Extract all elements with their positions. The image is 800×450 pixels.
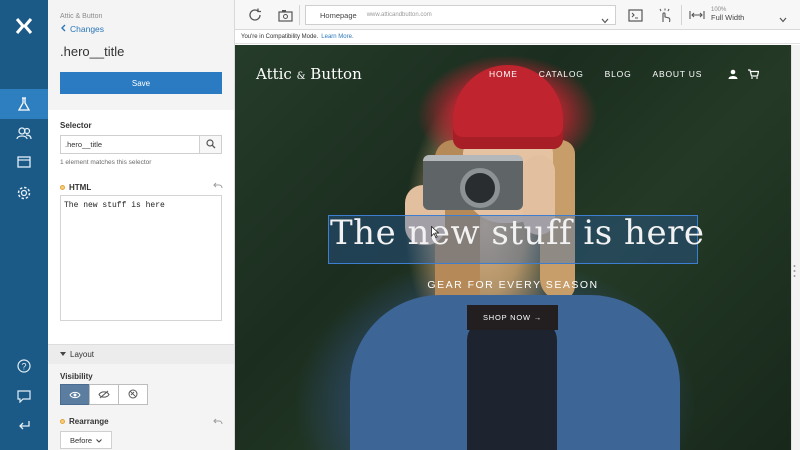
- toolbar-divider: [299, 5, 300, 25]
- search-icon: [205, 136, 216, 154]
- code-icon[interactable]: [625, 5, 645, 25]
- editor-sidebar: Attic & Button Changes .hero__title Save…: [48, 0, 235, 450]
- selector-match-count: 1 element matches this selector: [60, 159, 152, 166]
- audiences-icon[interactable]: [0, 118, 48, 148]
- cart-icon[interactable]: [748, 66, 760, 84]
- site-nav-icons: [728, 66, 760, 84]
- experiments-icon[interactable]: [0, 89, 48, 119]
- site-logo-word: Button: [310, 65, 362, 83]
- left-rail: ?: [0, 0, 48, 450]
- hero-subtitle[interactable]: GEAR FOR EVERY SEASON: [235, 279, 791, 291]
- site-logo-amp: &: [296, 71, 306, 82]
- feedback-icon[interactable]: [0, 381, 48, 411]
- back-label: Changes: [70, 24, 105, 34]
- compatibility-banner: You're in Compatibility Mode. Learn More…: [235, 30, 800, 44]
- svg-text:?: ?: [21, 362, 26, 372]
- html-editor[interactable]: The new stuff is here: [60, 195, 222, 321]
- remove-circle-icon: [128, 386, 138, 404]
- visibility-toggle-group: [60, 384, 148, 405]
- nav-about-us[interactable]: ABOUT US: [653, 69, 703, 79]
- editor-app: ? Attic & Button Changes .hero__title Sa…: [0, 0, 800, 450]
- chevron-down-icon: [601, 11, 609, 29]
- page-url: www.atticandbutton.com: [366, 12, 432, 18]
- rearrange-label: Rearrange: [69, 417, 109, 426]
- save-button[interactable]: Save: [60, 72, 222, 94]
- screenshot-icon[interactable]: [275, 5, 295, 25]
- user-icon[interactable]: [728, 66, 738, 84]
- zoom-select[interactable]: 100% Full Width: [711, 7, 744, 21]
- back-to-changes-link[interactable]: Changes: [60, 24, 104, 34]
- preview-scrollbar[interactable]: [791, 45, 800, 450]
- nav-catalog[interactable]: CATALOG: [539, 69, 584, 79]
- site-nav: HOME CATALOG BLOG ABOUT US: [489, 69, 702, 79]
- exit-icon[interactable]: [0, 410, 48, 440]
- eye-icon: [69, 386, 81, 404]
- site-logo[interactable]: Attic & Button: [256, 65, 362, 83]
- page-preview[interactable]: Attic & Button HOME CATALOG BLOG ABOUT U…: [235, 45, 791, 450]
- visibility-hide-button[interactable]: [89, 384, 119, 405]
- nav-home[interactable]: HOME: [489, 69, 518, 79]
- selected-element-title: .hero__title: [60, 44, 125, 59]
- width-icon[interactable]: [687, 5, 707, 25]
- breadcrumb: Attic & Button: [60, 13, 103, 20]
- visibility-remove-button[interactable]: [118, 384, 148, 405]
- hero-photo-part: [467, 320, 557, 450]
- modified-dot-icon: [60, 185, 65, 191]
- refresh-icon[interactable]: [245, 5, 265, 25]
- zoom-mode: Full Width: [711, 13, 745, 22]
- rearrange-select[interactable]: Before: [60, 431, 112, 449]
- resize-handle-icon[interactable]: [793, 264, 796, 278]
- app-logo-icon[interactable]: [0, 0, 48, 52]
- nav-blog[interactable]: BLOG: [605, 69, 632, 79]
- eye-slash-icon: [98, 386, 110, 404]
- help-icon[interactable]: ?: [0, 351, 48, 381]
- hero-photo-part: [460, 168, 500, 208]
- page-name: Homepage: [320, 10, 357, 20]
- html-label: HTML: [69, 183, 92, 192]
- selector-search-button[interactable]: [199, 135, 222, 154]
- visibility-show-button[interactable]: [60, 384, 90, 405]
- layout-label: Layout: [70, 350, 95, 359]
- compatibility-text: You're in Compatibility Mode.: [241, 33, 319, 40]
- chevron-left-icon: [60, 24, 66, 34]
- chevron-down-icon: [96, 436, 102, 445]
- shop-now-button[interactable]: SHOP NOW →: [467, 305, 558, 330]
- rearrange-section-label: Rearrange: [60, 417, 109, 426]
- selector-label: Selector: [60, 121, 92, 130]
- chevron-down-icon[interactable]: [779, 10, 787, 28]
- undo-html-icon[interactable]: [213, 182, 223, 192]
- editor-toolbar: Homepage www.atticandbutton.com 100% Ful…: [235, 0, 800, 30]
- toolbar-divider: [681, 5, 682, 25]
- pages-icon[interactable]: [0, 147, 48, 177]
- selector-input[interactable]: .hero__title: [60, 135, 200, 154]
- site-logo-word: Attic: [256, 65, 292, 83]
- learn-more-link[interactable]: Learn More.: [321, 34, 353, 40]
- page-url-select[interactable]: Homepage www.atticandbutton.com: [305, 5, 616, 25]
- interactive-mode-icon[interactable]: [655, 5, 675, 25]
- visibility-label: Visibility: [60, 372, 93, 381]
- caret-down-icon: [60, 350, 66, 359]
- layout-section-toggle[interactable]: Layout: [48, 344, 234, 364]
- hero-title[interactable]: The new stuff is here: [330, 213, 704, 253]
- html-section-label: HTML: [60, 183, 91, 192]
- rearrange-value: Before: [69, 435, 93, 445]
- mouse-cursor-icon: [431, 225, 440, 243]
- undo-rearrange-icon[interactable]: [213, 418, 223, 428]
- modified-dot-icon: [60, 419, 65, 425]
- settings-icon[interactable]: [0, 178, 48, 208]
